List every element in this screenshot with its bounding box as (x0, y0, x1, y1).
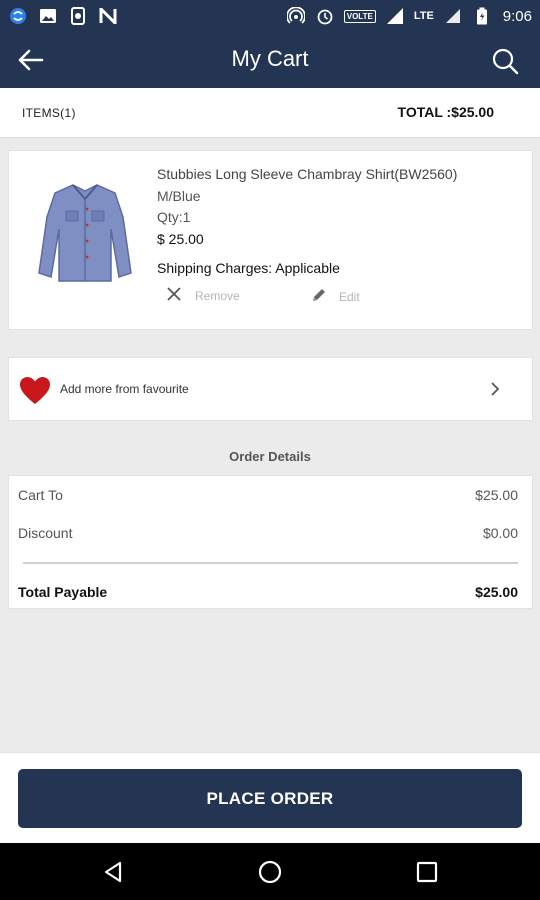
cart-to-label: Cart To (18, 487, 63, 503)
sync-icon (8, 6, 28, 26)
add-from-favourite-row[interactable]: Add more from favourite (8, 357, 533, 421)
product-name[interactable]: Stubbies Long Sleeve Chambray Shirt(BW25… (157, 166, 527, 182)
cart-to-row: Cart To $25.00 (18, 487, 518, 503)
total-payable-value: $25.00 (475, 584, 518, 600)
signal-icon-2 (443, 6, 463, 26)
favourite-label: Add more from favourite (60, 382, 189, 396)
cart-to-value: $25.00 (475, 487, 518, 503)
system-nav-bar (0, 843, 540, 900)
image-icon (38, 6, 58, 26)
nav-home-icon[interactable] (255, 857, 285, 887)
divider (23, 562, 518, 564)
search-icon[interactable] (490, 46, 520, 76)
app-bar: My Cart (0, 32, 540, 88)
status-bar: VOLTE LTE 9:06 (0, 0, 540, 32)
n-icon (98, 6, 118, 26)
chevron-right-icon (488, 380, 502, 398)
bottom-action-bar: PLACE ORDER (0, 752, 540, 843)
cart-summary: ITEMS(1) TOTAL :$25.00 (0, 88, 540, 138)
shirt-image[interactable] (35, 177, 135, 287)
shipping-charges: Shipping Charges: Applicable (157, 260, 340, 276)
product-price: $ 25.00 (157, 231, 204, 247)
order-details-title: Order Details (229, 449, 311, 464)
battery-icon (472, 6, 492, 26)
hotspot-icon (286, 6, 306, 26)
alarm-icon (315, 6, 335, 26)
heart-icon (19, 376, 51, 406)
place-order-button[interactable]: PLACE ORDER (18, 769, 522, 828)
clock: 9:06 (502, 7, 532, 25)
signal-icon (385, 6, 405, 26)
nav-back-icon[interactable] (98, 857, 128, 887)
cart-total: TOTAL :$25.00 (397, 104, 494, 120)
page-title: My Cart (231, 46, 309, 71)
nav-recents-icon[interactable] (412, 857, 442, 887)
discount-label: Discount (18, 525, 73, 541)
total-payable-label: Total Payable (18, 584, 108, 600)
lte-label: LTE (413, 10, 434, 22)
discount-value: $0.00 (482, 525, 518, 541)
order-details-card: Cart To $25.00 Discount $0.00 Total Paya… (8, 475, 533, 609)
volte-badge: VOLTE (343, 9, 376, 23)
phone-sync-icon (68, 6, 88, 26)
items-count: ITEMS(1) (22, 106, 76, 120)
edit-label: Edit (339, 289, 360, 304)
pencil-icon (311, 287, 327, 306)
remove-button[interactable]: Remove (167, 287, 240, 304)
cart-item-card: Stubbies Long Sleeve Chambray Shirt(BW25… (8, 150, 533, 330)
discount-row: Discount $0.00 (18, 525, 518, 541)
product-qty: Qty:1 (157, 209, 191, 225)
edit-button[interactable]: Edit (311, 287, 360, 306)
close-icon (167, 287, 181, 304)
remove-label: Remove (195, 288, 240, 303)
product-variant: M/Blue (157, 188, 201, 204)
total-payable-row: Total Payable $25.00 (18, 584, 518, 600)
